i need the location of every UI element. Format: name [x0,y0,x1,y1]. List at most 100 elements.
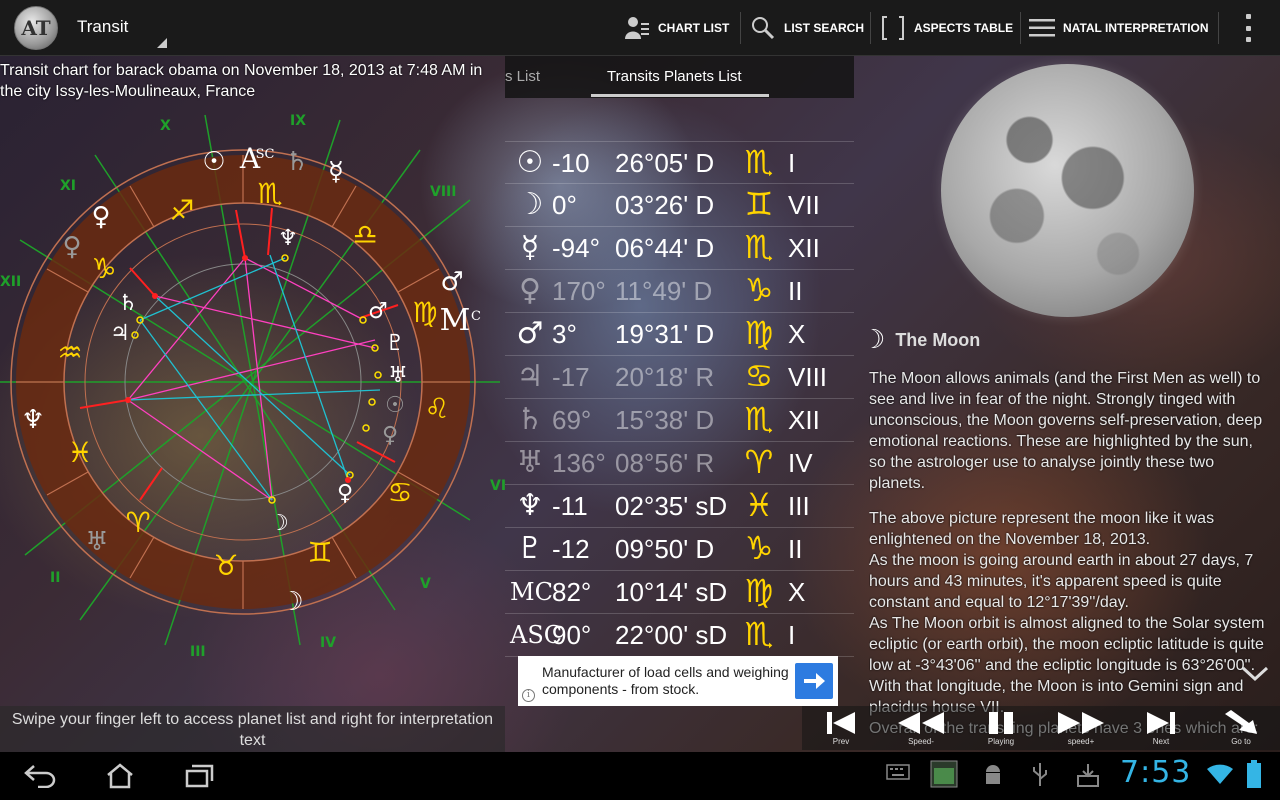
goto-button[interactable]: Go to [1206,706,1276,750]
planet-row[interactable]: ♄ 69° 15°38' D ♏ XII [505,399,854,442]
planet-row[interactable]: ☿ -94° 06°44' D ♏ XII [505,227,854,270]
planet-symbol-icon: ☿ [520,230,540,265]
ad-info-icon[interactable]: i [522,689,535,702]
planet-aspect: 170° [552,276,606,306]
svg-text:♄: ♄ [285,147,308,177]
list-search-button[interactable]: LIST SEARCH [750,8,864,48]
app-logo[interactable]: AT [14,6,58,50]
house-xi-label: XI [60,178,76,194]
planet-aspect: -94° [552,233,600,263]
planet-row[interactable]: ♃ -17 20°18' R ♋ VIII [505,356,854,399]
planet-symbol-icon: ♇ [516,531,544,566]
planet-house: VII [788,190,820,220]
planet-row[interactable]: ♂ 3° 19°31' D ♍ X [505,313,854,356]
chart-list-button[interactable]: CHART LIST [624,8,729,48]
home-button[interactable] [100,760,140,792]
app-title[interactable]: Transit [77,17,128,37]
separator [1218,12,1219,44]
fast-forward-icon [1058,712,1104,734]
zodiac-sign-icon: ♍ [744,314,774,352]
planet-house: XII [788,405,820,435]
aspects-table-button[interactable]: ASPECTS TABLE [880,8,1013,48]
planet-house: III [788,491,810,521]
planet-aspect: 3° [552,319,577,349]
svg-text:♅: ♅ [388,363,408,388]
svg-text:♃: ♃ [110,321,130,346]
interpretation-paragraph: The Moon allows animals (and the First M… [869,370,1263,492]
planet-house: II [788,276,803,306]
skip-back-icon [827,712,855,734]
swipe-hint: Swipe your finger left to access planet … [0,706,505,752]
list-tabs: s List Transits Planets List [505,56,854,98]
prev-button[interactable]: Prev [806,706,876,750]
overflow-menu-icon[interactable] [1240,14,1256,42]
transits-planets-list: ☉ -10 26°05' D ♏ I ☽ 0° 03°26' D ♊ VII ☿ -94° 06°44'… [505,141,854,657]
planet-row[interactable]: ♇ -12 09°50' D ♑ II [505,528,854,571]
speed-plus-button[interactable]: speed+ [1046,706,1116,750]
planet-house: I [788,620,796,650]
tab-transits-planets-list[interactable]: Transits Planets List [607,68,742,85]
svg-text:☽: ☽ [269,511,289,536]
interpretation-text[interactable]: The Moon allows animals (and the First M… [869,368,1274,752]
planet-row[interactable]: ☉ -10 26°05' D ♏ I [505,141,854,184]
planet-row[interactable]: ♆ -11 02°35' sD ♓ III [505,485,854,528]
ad-arrow-button[interactable] [795,663,833,699]
planet-row[interactable]: MC 82° 10°14' sD ♍ X [505,571,854,614]
planet-position: 22°00' sD [615,620,728,650]
planet-house: XII [788,233,820,263]
house-x-label: X [160,118,171,134]
menu-lines-icon [1029,15,1055,41]
skip-forward-icon [1147,712,1175,734]
playback-controls: Prev Speed- Playing speed+ Next Go to [802,706,1280,750]
arrow-right-icon [804,673,825,689]
app-notification-icon[interactable] [930,760,958,788]
rewind-icon [898,712,944,734]
planet-row[interactable]: ☽ 0° 03°26' D ♊ VII [505,184,854,227]
status-clock: 7:53 [1120,755,1192,790]
back-arrow-icon [24,765,56,788]
svg-text:♄: ♄ [118,291,138,316]
playing-button[interactable]: Playing [966,706,1036,750]
house-ix-label: IX [290,113,306,129]
planet-aspect: -12 [552,534,590,564]
svg-text:☽: ☽ [280,587,303,617]
planet-position: 26°05' D [615,148,715,178]
table-bracket-icon [880,15,906,41]
planet-position: 19°31' D [615,319,715,349]
tab-previous[interactable]: s List [505,68,540,85]
usb-icon [1033,763,1047,786]
svg-text:♂: ♂ [368,299,388,324]
svg-text:♈: ♈ [125,506,150,539]
planet-symbol-icon: ☉ [516,145,544,180]
ad-text[interactable]: Manufacturer of load cells and weighing … [542,664,802,698]
svg-text:♋: ♋ [387,476,412,509]
svg-text:♆: ♆ [278,226,298,251]
interpretation-title: The Moon [895,329,981,350]
svg-text:♇: ♇ [385,331,405,356]
planet-position: 02°35' sD [615,491,728,521]
pause-icon [989,712,1013,734]
battery-icon [1247,760,1261,788]
spinner-indicator-icon[interactable] [157,38,167,48]
speed-minus-button[interactable]: Speed- [886,706,956,750]
zodiac-sign-icon: ♑ [744,271,774,309]
astrology-wheel[interactable]: X IX VIII XI XII VI V II III IV ♏ ♎ ♍ ♌ … [0,100,505,700]
planet-symbol-icon: ♃ [516,359,544,394]
android-debug-icon [986,765,1000,784]
zodiac-sign-icon: ♈ [744,443,774,481]
planet-house: IV [788,448,813,478]
planet-row[interactable]: ASC 90° 22°00' sD ♏ I [505,614,854,657]
chevron-down-icon[interactable] [1240,664,1270,684]
moon-icon: ☽ [862,325,886,355]
recent-apps-button[interactable] [180,760,220,792]
natal-markers [79,207,399,501]
planet-row[interactable]: ♀ 170° 11°49' D ♑ II [505,270,854,313]
wifi-icon [1207,764,1233,784]
moon-image [941,64,1194,317]
zodiac-sign-icon: ♏ [744,143,774,181]
planet-row[interactable]: ♅ 136° 08°56' R ♈ IV [505,442,854,485]
next-button[interactable]: Next [1126,706,1196,750]
ad-banner[interactable]: Manufacturer of load cells and weighing … [518,656,838,706]
natal-interpretation-button[interactable]: NATAL INTERPRETATION [1029,8,1209,48]
back-button[interactable] [20,760,60,792]
